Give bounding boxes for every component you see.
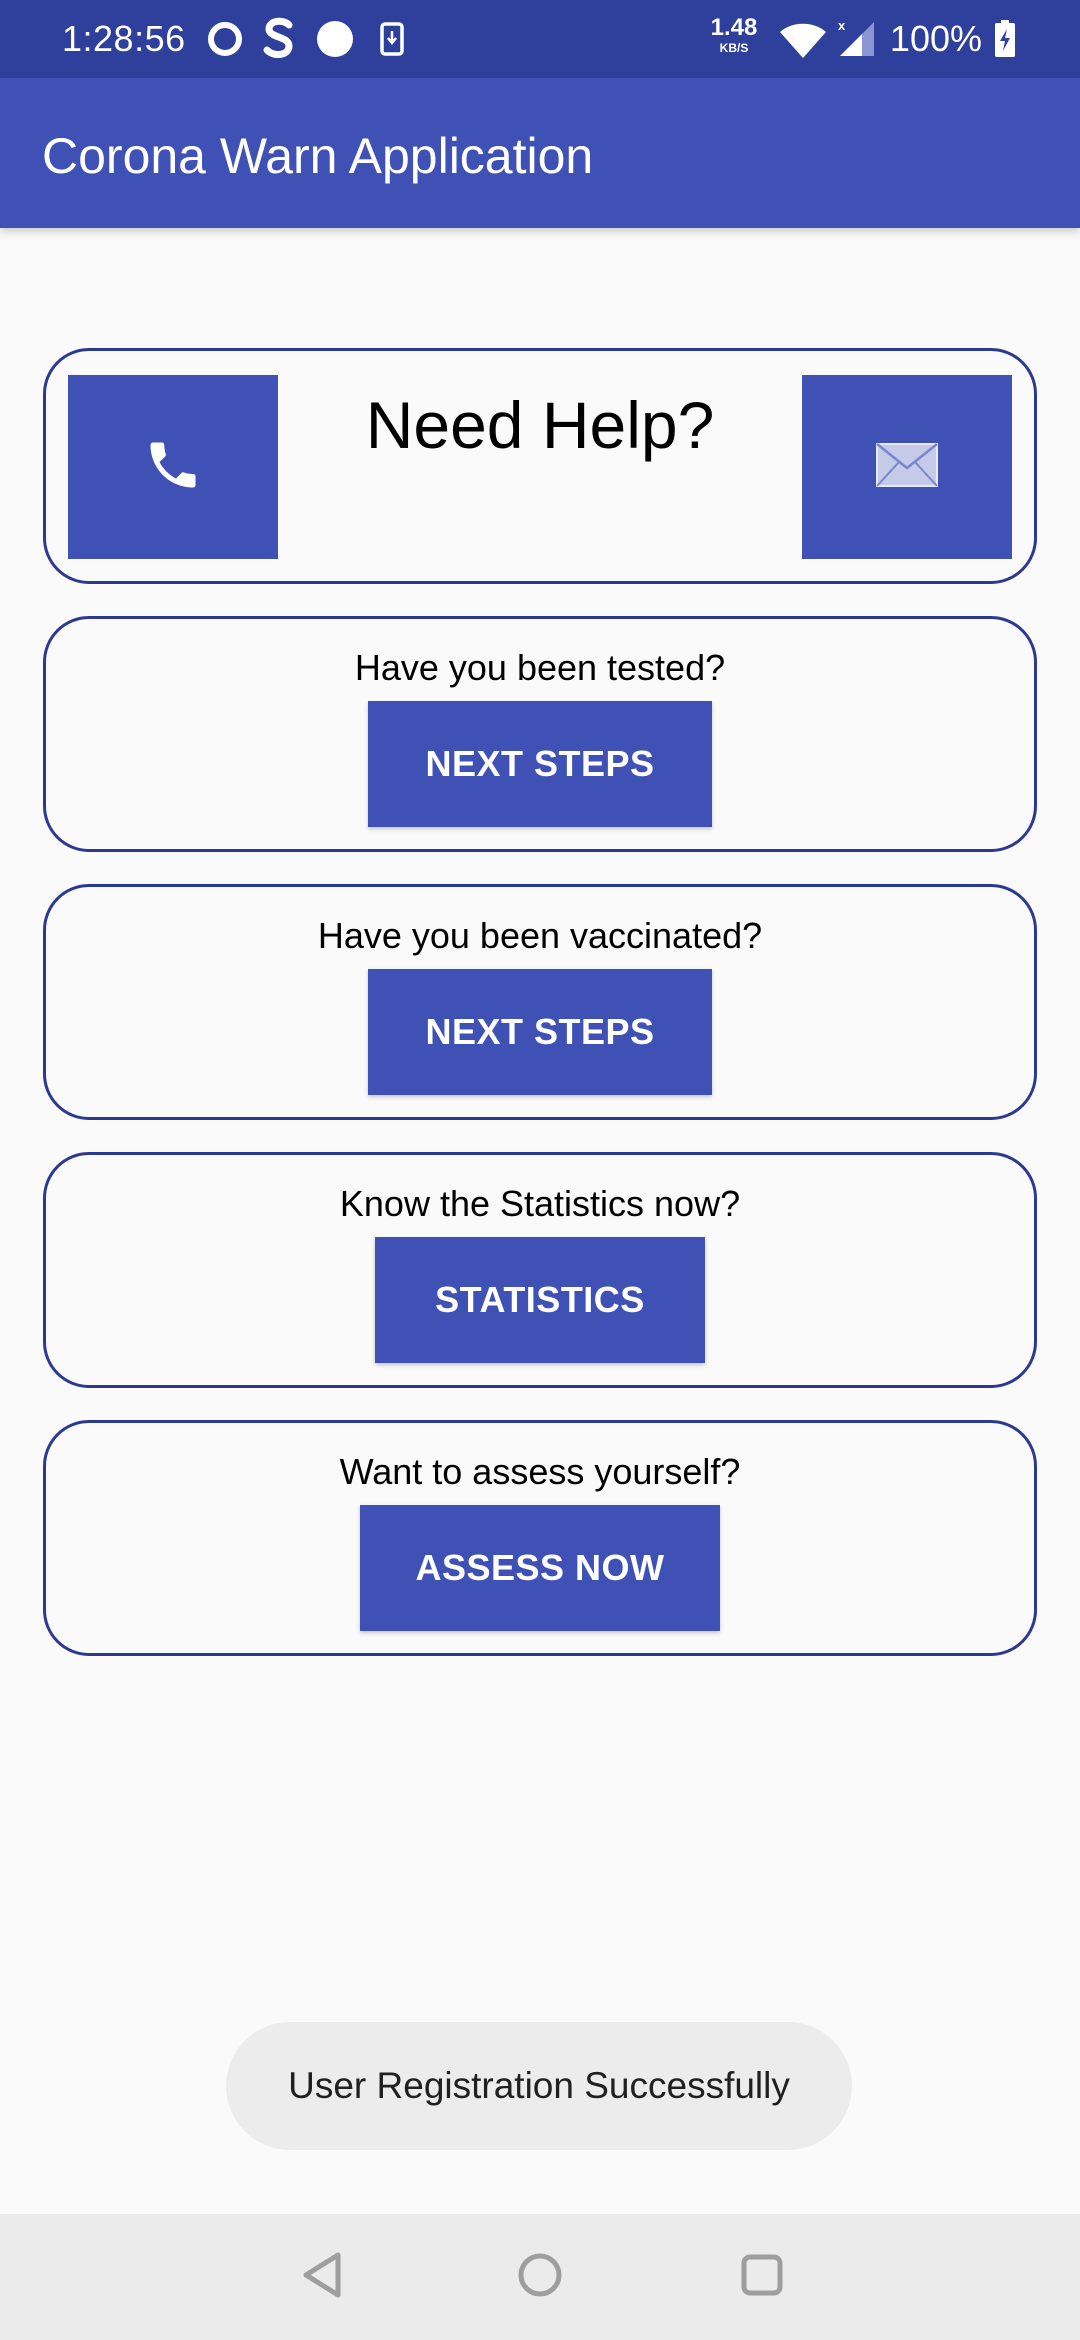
battery-percent: 100% <box>889 18 982 59</box>
app-title: Corona Warn Application <box>42 128 594 184</box>
network-speed-value: 1.48 <box>710 14 758 41</box>
back-triangle-icon <box>300 2251 344 2304</box>
network-speed-unit: KB/S <box>719 41 749 55</box>
assess-now-button[interactable]: ASSESS NOW <box>360 1505 720 1631</box>
status-time: 1:28:56 <box>62 18 186 59</box>
app-bar: Corona Warn Application <box>0 78 1080 228</box>
back-button[interactable] <box>292 2247 352 2307</box>
tested-question: Have you been tested? <box>354 647 726 688</box>
svg-text:x: x <box>838 18 846 33</box>
vaccinated-card: Have you been vaccinated? NEXT STEPS <box>43 884 1037 1120</box>
home-button[interactable] <box>510 2247 570 2307</box>
wifi-icon <box>778 22 828 65</box>
s-app-icon <box>262 16 296 65</box>
sync-icon <box>206 20 244 63</box>
assess-card: Want to assess yourself? ASSESS NOW <box>43 1420 1037 1656</box>
network-speed: 1.48 KB/S <box>706 14 762 55</box>
statistics-button[interactable]: STATISTICS <box>375 1237 705 1363</box>
recent-square-icon <box>740 2253 784 2302</box>
tested-card: Have you been tested? NEXT STEPS <box>43 616 1037 852</box>
statistics-question: Know the Statistics now? <box>339 1183 741 1224</box>
download-icon <box>380 22 404 61</box>
tested-next-steps-button[interactable]: NEXT STEPS <box>368 701 712 827</box>
battery-charging-icon <box>994 20 1016 63</box>
status-bar: 1:28:56 1.48 KB/S x 100% <box>0 0 1080 78</box>
signal-icon: x <box>836 18 876 63</box>
home-circle-icon <box>517 2252 563 2303</box>
recent-apps-button[interactable] <box>732 2247 792 2307</box>
dot-icon <box>316 20 354 63</box>
help-card: Need Help? <box>43 348 1037 584</box>
statistics-card: Know the Statistics now? STATISTICS <box>43 1152 1037 1388</box>
email-button[interactable] <box>802 375 1012 559</box>
vaccinated-question: Have you been vaccinated? <box>317 915 763 956</box>
toast-message: User Registration Successfully <box>226 2022 852 2150</box>
assess-question: Want to assess yourself? <box>339 1451 741 1492</box>
vaccinated-next-steps-button[interactable]: NEXT STEPS <box>368 969 712 1095</box>
navigation-bar <box>0 2214 1080 2340</box>
email-icon <box>875 442 939 493</box>
